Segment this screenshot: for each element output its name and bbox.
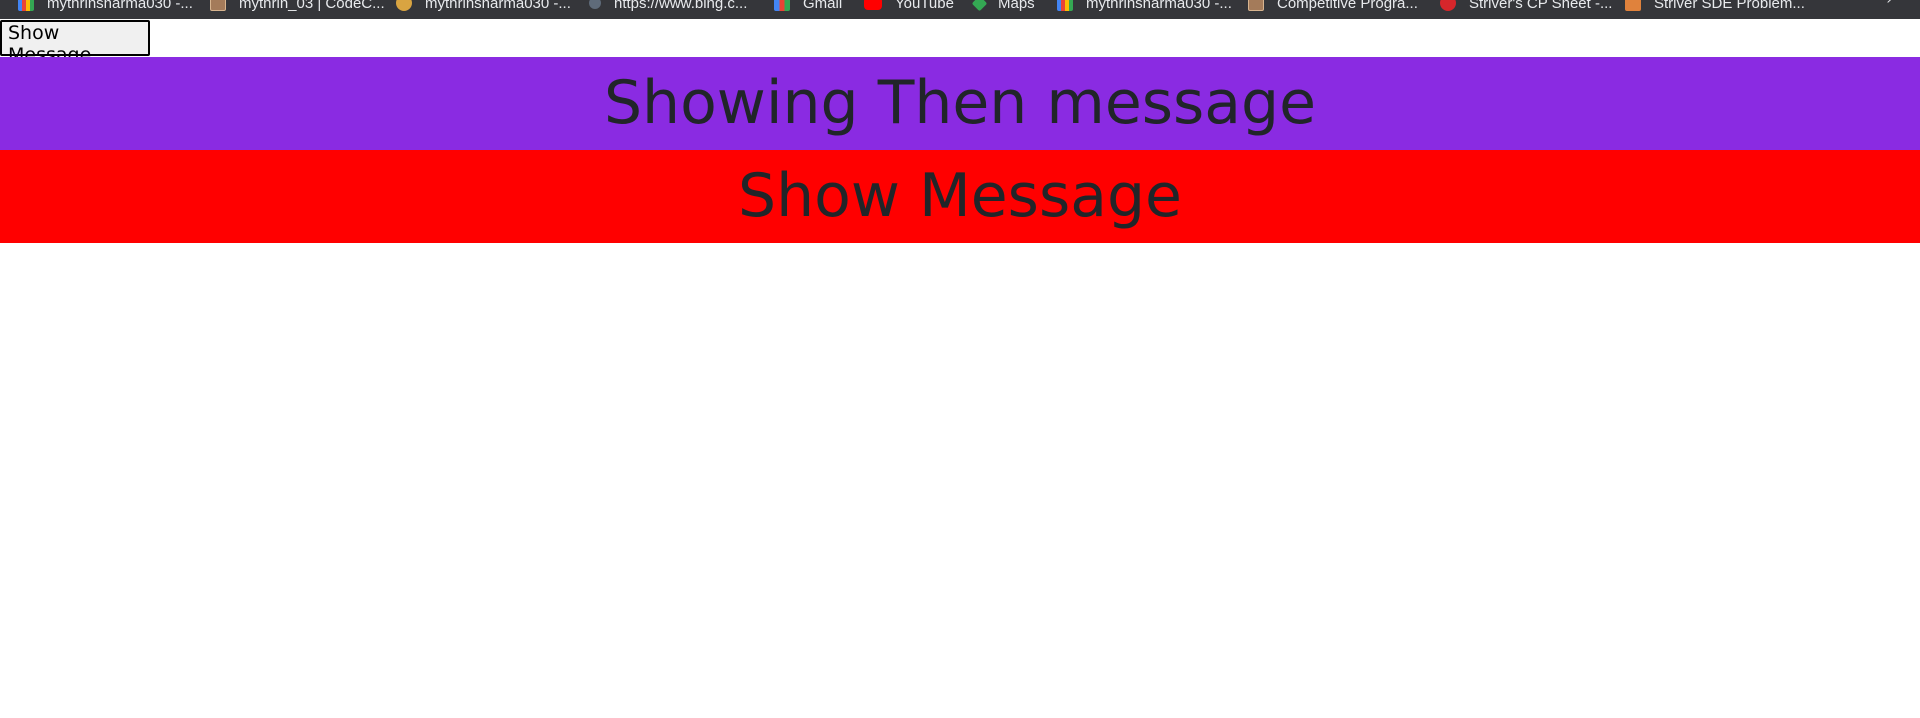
bookmark-item[interactable]: YouTube bbox=[864, 0, 954, 13]
bookmark-item[interactable]: mythrinsharma030 -... bbox=[396, 0, 571, 13]
bookmark-label: mythrinsharma030 -... bbox=[47, 0, 193, 12]
bookmark-label: Maps bbox=[998, 0, 1035, 12]
bookmark-label: Competitive Progra... bbox=[1277, 0, 1418, 12]
bookmark-item[interactable]: Striver SDE Problem... bbox=[1625, 0, 1805, 13]
show-message-button[interactable]: Show Message bbox=[0, 20, 150, 66]
bookmark-label: mythrinsharma030 -... bbox=[425, 0, 571, 12]
orange-box-icon bbox=[1625, 0, 1641, 11]
message-banner-red: Show Message bbox=[0, 150, 1920, 243]
avatar-icon bbox=[396, 0, 412, 11]
search-icon bbox=[589, 0, 601, 9]
gmail-icon bbox=[774, 0, 790, 11]
chevron-right-icon[interactable]: › bbox=[1886, 0, 1892, 8]
maps-icon bbox=[971, 0, 988, 11]
bookmark-label: Gmail bbox=[803, 0, 843, 12]
bookmark-item[interactable]: Striver's CP Sheet -... bbox=[1440, 0, 1612, 13]
bookmark-item[interactable]: Competitive Progra... bbox=[1248, 0, 1418, 13]
bookmark-label: YouTube bbox=[895, 0, 954, 12]
google-icon bbox=[1057, 0, 1073, 11]
google-icon bbox=[18, 0, 34, 11]
bookmark-item[interactable]: https://www.bing.c... bbox=[589, 0, 747, 13]
bookmark-item[interactable]: mythrin_03 | CodeC... bbox=[210, 0, 385, 13]
bookmark-item[interactable]: Gmail bbox=[774, 0, 842, 13]
message-banner-purple: Showing Then message bbox=[0, 57, 1920, 150]
bookmark-item[interactable]: Maps bbox=[971, 0, 1035, 13]
box-icon bbox=[1248, 0, 1264, 11]
bookmark-item[interactable]: mythrinsharma030 -... bbox=[1057, 0, 1232, 13]
bookmark-label: Striver's CP Sheet -... bbox=[1469, 0, 1613, 12]
bookmarks-bar: mythrinsharma030 -... mythrin_03 | CodeC… bbox=[0, 0, 1920, 19]
bookmark-label: Striver SDE Problem... bbox=[1654, 0, 1805, 12]
codechef-icon bbox=[210, 0, 226, 11]
red-circle-icon bbox=[1440, 0, 1456, 11]
bookmark-item[interactable]: mythrinsharma030 -... bbox=[18, 0, 193, 13]
bookmark-label: mythrinsharma030 -... bbox=[1086, 0, 1232, 12]
youtube-icon bbox=[864, 0, 882, 10]
bookmark-label: mythrin_03 | CodeC... bbox=[239, 0, 385, 12]
bookmark-label: https://www.bing.c... bbox=[614, 0, 748, 12]
